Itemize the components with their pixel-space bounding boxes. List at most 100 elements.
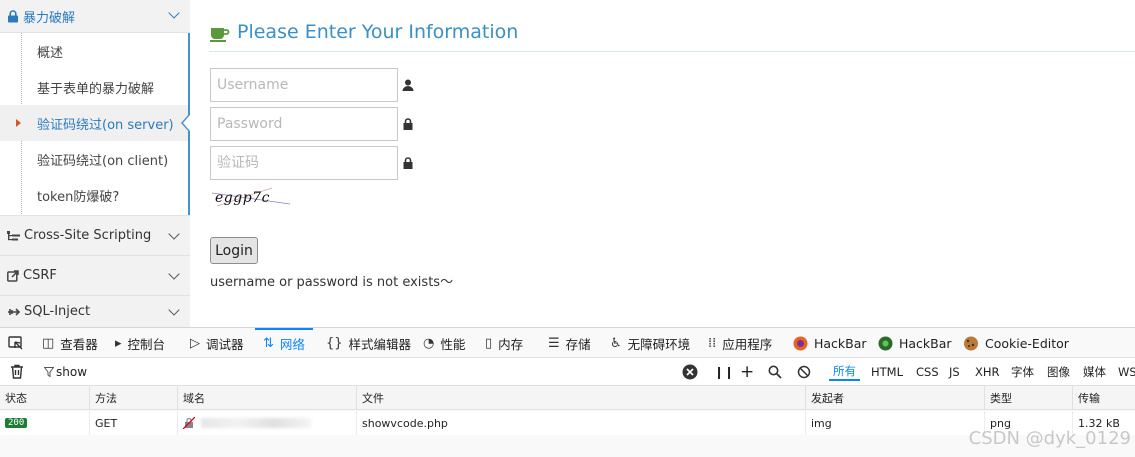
type-filter-js[interactable]: JS — [945, 363, 964, 381]
network-icon: ⇅ — [263, 335, 274, 351]
tab-hackbar-2[interactable]: HackBar — [878, 328, 952, 358]
tab-storage[interactable]: ☰ 存储 — [548, 328, 591, 358]
devtools-toolbar: ◫ 查看器 ▸ 控制台 ▷ 调试器 ⇅ 网络 {} 样式编辑器 ◔ 性能 ▯ 内存 ☰ 存储 ♿… — [0, 328, 1135, 358]
pick-element-icon[interactable] — [8, 336, 24, 351]
sidebar-section-csrf[interactable]: CSRF — [0, 255, 190, 295]
captcha-image[interactable]: eggp7c — [212, 186, 292, 210]
tab-label: 内存 — [498, 336, 524, 352]
cell-initiator: img — [806, 411, 985, 435]
column-transferred[interactable]: 传输 — [1073, 386, 1135, 410]
accessibility-icon: ♿ — [610, 335, 622, 351]
chevron-down-icon — [168, 7, 180, 19]
sidebar-item-captcha-client[interactable]: 验证码绕过(on client) — [0, 141, 188, 177]
injection-icon — [8, 307, 20, 316]
tab-label: HackBar — [899, 335, 952, 351]
login-button[interactable]: Login — [210, 237, 258, 264]
inspector-icon: ◫ — [42, 335, 55, 351]
sidebar-section-label: 暴力破解 — [23, 10, 76, 26]
type-filter-all[interactable]: 所有 — [829, 363, 860, 381]
redacted-domain — [201, 418, 311, 428]
sidebar-item-label: 基于表单的暴力破解 — [37, 81, 155, 97]
hierarchy-icon — [7, 230, 20, 240]
tab-debugger[interactable]: ▷ 调试器 — [190, 328, 244, 358]
column-initiator[interactable]: 发起者 — [806, 386, 985, 410]
trash-icon[interactable] — [10, 364, 24, 379]
performance-icon: ◔ — [423, 335, 435, 351]
cell-file: showvcode.php — [357, 411, 806, 435]
insecure-lock-icon — [183, 417, 195, 429]
type-filter-media[interactable]: 媒体 — [1079, 363, 1110, 381]
cell-method: GET — [90, 411, 178, 435]
firefox-icon — [793, 336, 808, 350]
column-domain[interactable]: 域名 — [178, 386, 357, 410]
network-filter-bar: ❙❙ + 所有 HTML CSS JS XHR 字体 图像 媒体 WS — [0, 358, 1135, 386]
clear-filter-icon[interactable] — [682, 364, 698, 380]
column-file[interactable]: 文件 — [357, 386, 806, 410]
captcha-input[interactable] — [210, 146, 398, 180]
type-filter-images[interactable]: 图像 — [1043, 363, 1074, 381]
tab-style-editor[interactable]: {} 样式编辑器 — [326, 328, 411, 358]
tab-inspector[interactable]: ◫ 查看器 — [42, 328, 98, 358]
console-icon: ▸ — [115, 335, 122, 351]
pause-icon[interactable]: ❙❙ — [714, 361, 734, 383]
tab-label: 控制台 — [127, 336, 166, 352]
page-title: Please Enter Your Information — [237, 21, 519, 43]
tab-performance[interactable]: ◔ 性能 — [423, 328, 465, 358]
sidebar-item-label: token防爆破? — [37, 189, 120, 205]
tab-console[interactable]: ▸ 控制台 — [115, 328, 165, 358]
storage-icon: ☰ — [548, 335, 560, 351]
tab-accessibility[interactable]: ♿ 无障碍环境 — [610, 328, 690, 358]
search-icon[interactable] — [768, 365, 782, 379]
user-icon — [402, 79, 414, 91]
sidebar-item-form-brute[interactable]: 基于表单的暴力破解 — [0, 69, 188, 105]
hackbar-icon — [878, 336, 893, 350]
lock-icon — [403, 118, 413, 130]
watermark: CSDN @dyk_0129 — [968, 428, 1131, 449]
chevron-down-icon — [168, 268, 180, 280]
sidebar-item-label: 概述 — [37, 45, 64, 61]
type-filter-html[interactable]: HTML — [867, 363, 907, 381]
tab-label: 存储 — [565, 336, 591, 352]
column-status[interactable]: 状态 — [0, 386, 90, 410]
sidebar: 暴力破解 概述 基于表单的暴力破解 验证码绕过(on server) 验证码绕过… — [0, 0, 190, 327]
password-input[interactable] — [210, 107, 398, 141]
sidebar-section-sqli[interactable]: SQL-Inject — [0, 295, 190, 327]
cell-status: 200 — [0, 411, 90, 435]
tab-memory[interactable]: ▯ 内存 — [485, 328, 523, 358]
sidebar-section-label: SQL-Inject — [24, 304, 91, 319]
column-type[interactable]: 类型 — [985, 386, 1073, 410]
sidebar-item-token[interactable]: token防爆破? — [0, 177, 188, 213]
sidebar-section-brute-force[interactable]: 暴力破解 — [0, 0, 190, 33]
type-filter-fonts[interactable]: 字体 — [1007, 363, 1038, 381]
share-icon — [7, 269, 19, 282]
table-row[interactable]: 200 GET showvcode.php img png 1.32 kB — [0, 411, 1135, 435]
coffee-cup-icon — [210, 28, 230, 42]
request-table-header: 状态 方法 域名 文件 发起者 类型 传输 — [0, 386, 1135, 410]
type-filter-xhr[interactable]: XHR — [971, 363, 1004, 381]
filter-input[interactable] — [40, 361, 660, 383]
sidebar-submenu: 概述 基于表单的暴力破解 验证码绕过(on server) 验证码绕过(on c… — [0, 33, 190, 216]
sidebar-item-label: 验证码绕过(on client) — [37, 153, 169, 169]
main-content: Please Enter Your Information eggp7c Log… — [190, 0, 1135, 327]
username-input[interactable] — [210, 68, 398, 102]
captcha-text: eggp7c — [215, 190, 270, 206]
block-icon[interactable] — [797, 365, 811, 379]
style-editor-icon: {} — [326, 335, 343, 351]
type-filter-ws[interactable]: WS — [1114, 363, 1135, 381]
lock-icon — [403, 157, 413, 169]
column-method[interactable]: 方法 — [90, 386, 178, 410]
add-request-icon[interactable]: + — [740, 361, 754, 383]
tab-label: HackBar — [814, 335, 867, 351]
tab-application[interactable]: ⁞⁞ 应用程序 — [708, 328, 772, 358]
tab-cookie-editor[interactable]: Cookie-Editor — [963, 328, 1069, 358]
type-filter-css[interactable]: CSS — [912, 363, 943, 381]
devtools-panel: ◫ 查看器 ▸ 控制台 ▷ 调试器 ⇅ 网络 {} 样式编辑器 ◔ 性能 ▯ 内存 ☰ 存储 ♿… — [0, 327, 1135, 457]
error-message: username or password is not exists～ — [210, 275, 454, 290]
chevron-down-icon — [168, 228, 180, 240]
tab-network[interactable]: ⇅ 网络 — [255, 328, 313, 358]
sidebar-item-overview[interactable]: 概述 — [0, 33, 188, 69]
sidebar-section-xss[interactable]: Cross-Site Scripting — [0, 215, 190, 255]
tab-hackbar-1[interactable]: HackBar — [793, 328, 867, 358]
cookie-icon — [964, 336, 978, 350]
sidebar-item-captcha-server[interactable]: 验证码绕过(on server) — [0, 105, 190, 141]
